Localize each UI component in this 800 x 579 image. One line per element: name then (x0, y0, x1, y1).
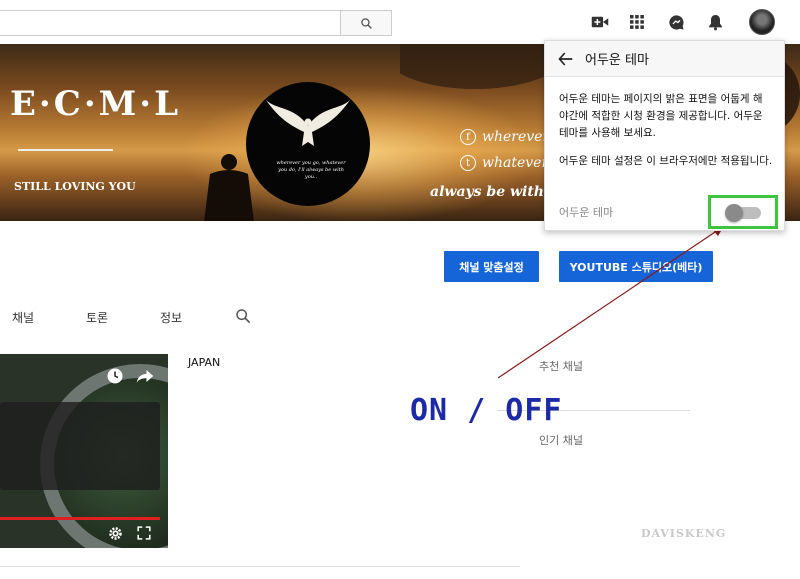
tab-channels[interactable]: 채널 (12, 309, 34, 326)
panel-header: 어두운 테마 (545, 41, 784, 77)
channel-search-icon[interactable] (235, 308, 251, 328)
banner-motto: wherever you go, whatever you do, I'll a… (276, 160, 346, 180)
eagle-icon (266, 100, 350, 146)
panel-description: 어두운 테마는 페이지의 밝은 표면을 어둡게 해 야간에 적합한 시청 환경을… (559, 93, 763, 139)
search-icon (360, 17, 372, 29)
messages-icon[interactable] (666, 12, 686, 32)
watch-later-clock-icon[interactable] (106, 367, 124, 385)
twitter-icon: t (460, 155, 476, 171)
panel-title: 어두운 테마 (585, 53, 649, 68)
create-video-icon[interactable] (590, 12, 610, 32)
featured-video-player[interactable] (0, 354, 168, 548)
back-button[interactable] (545, 51, 585, 66)
banner-divider (18, 149, 113, 151)
video-overlay (0, 402, 160, 490)
share-arrow-icon[interactable] (136, 368, 154, 384)
banner-tagline: STILL LOVING YOU (14, 180, 136, 193)
toggle-highlight-box (708, 195, 778, 229)
search-input[interactable] (0, 10, 341, 36)
masthead (0, 0, 800, 44)
banner-logo: wherever you go, whatever you do, I'll a… (246, 82, 370, 206)
back-arrow-icon (557, 51, 572, 66)
tab-discussion[interactable]: 토론 (86, 309, 108, 326)
search-button[interactable] (340, 10, 392, 36)
video-title[interactable]: JAPAN (188, 356, 220, 369)
popular-channels-heading: 인기 채널 (539, 434, 583, 447)
watermark: DAVISKENG (641, 527, 727, 540)
person-silhouette-icon (204, 154, 254, 221)
apps-grid-icon[interactable] (627, 12, 647, 32)
on-off-annotation: ON / OFF (410, 393, 563, 428)
facebook-icon: f (460, 129, 476, 145)
content-divider (0, 566, 520, 567)
fullscreen-icon[interactable] (137, 526, 151, 540)
social-twitter: t whatever (460, 155, 548, 171)
dark-theme-panel: 어두운 테마 어두운 테마는 페이지의 밝은 표면을 어둡게 해 야간에 적합한… (544, 40, 785, 231)
social-facebook: f wherever (460, 129, 549, 145)
toggle-thumb[interactable] (725, 204, 743, 222)
cloud-silhouette-icon (400, 44, 550, 89)
settings-gear-icon[interactable] (108, 526, 123, 541)
tab-about[interactable]: 정보 (160, 309, 182, 326)
banner-brand: E·C·M·L (10, 84, 182, 124)
recommended-channels-heading: 추천 채널 (539, 360, 583, 373)
notifications-bell-icon[interactable] (705, 12, 725, 32)
avatar[interactable] (749, 9, 775, 35)
customize-channel-button[interactable]: 채널 맞춤설정 (444, 251, 539, 282)
dark-theme-toggle-label: 어두운 테마 (559, 206, 614, 219)
video-progress-bar[interactable] (0, 517, 160, 520)
dark-theme-toggle[interactable] (725, 204, 761, 222)
youtube-studio-button[interactable]: YOUTUBE 스튜디오(베타) (559, 251, 713, 282)
panel-note: 어두운 테마 설정은 이 브라우저에만 적용됩니다. (559, 155, 773, 167)
